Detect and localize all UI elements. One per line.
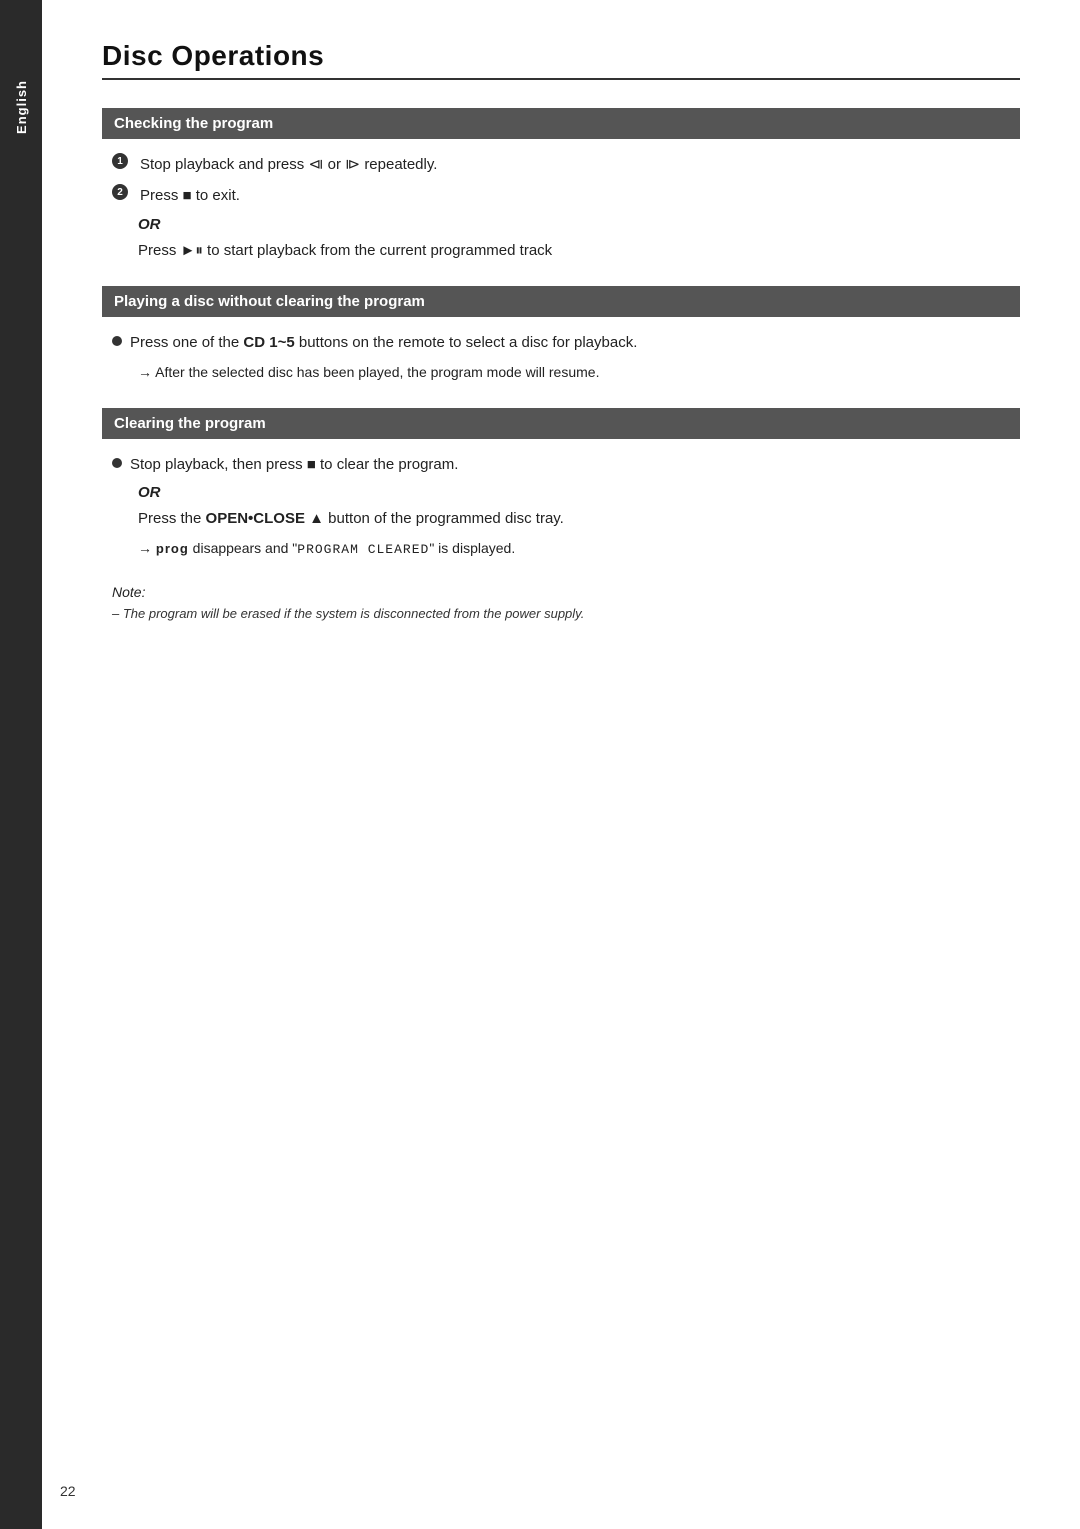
note-block: Note: – The program will be erased if th…: [112, 584, 1020, 625]
step-2-line: 2 Press ■ to exit.: [112, 184, 1020, 207]
step-2-number: 2: [112, 184, 128, 200]
sidebar: English: [0, 0, 42, 1529]
step-2-text: Press ■ to exit.: [140, 184, 1020, 207]
playing-text: Press one of the CD 1~5 buttons on the r…: [130, 331, 1020, 354]
main-content: Disc Operations Checking the program 1 S…: [42, 0, 1080, 1529]
checking-or: OR: [138, 216, 1020, 233]
playing-bullet-1: Press one of the CD 1~5 buttons on the r…: [112, 331, 1020, 354]
bullet-dot-clearing: [112, 458, 122, 468]
checking-press-playback: Press ►⏸ to start playback from the curr…: [138, 239, 1020, 262]
section-header-playing: Playing a disc without clearing the prog…: [102, 286, 1020, 317]
note-label: Note:: [112, 584, 1020, 600]
title-divider: [102, 78, 1020, 80]
step-1-number: 1: [112, 153, 128, 169]
step-1-text: Stop playback and press ⧏ or ⧐ repeatedl…: [140, 153, 1020, 176]
note-text: – The program will be erased if the syst…: [112, 604, 1020, 625]
section-playing: Playing a disc without clearing the prog…: [102, 286, 1020, 384]
section-clearing: Clearing the program Stop playback, then…: [102, 408, 1020, 561]
clearing-content: Stop playback, then press ■ to clear the…: [102, 453, 1020, 561]
page-title: Disc Operations: [102, 40, 1020, 72]
playing-content: Press one of the CD 1~5 buttons on the r…: [102, 331, 1020, 384]
checking-content: 1 Stop playback and press ⧏ or ⧐ repeate…: [102, 153, 1020, 262]
section-header-checking: Checking the program: [102, 108, 1020, 139]
section-checking: Checking the program 1 Stop playback and…: [102, 108, 1020, 262]
page-number: 22: [60, 1483, 76, 1499]
bullet-dot-playing: [112, 336, 122, 346]
sidebar-label: English: [14, 80, 29, 134]
clearing-text-1: Stop playback, then press ■ to clear the…: [130, 453, 1020, 476]
clearing-arrow-prog: PROG disappears and "PROGRAM CLEARED" is…: [138, 538, 1020, 560]
step-1-line: 1 Stop playback and press ⧏ or ⧐ repeate…: [112, 153, 1020, 176]
clearing-bullet-1: Stop playback, then press ■ to clear the…: [112, 453, 1020, 476]
clearing-openclose: Press the OPEN•CLOSE ▲ button of the pro…: [138, 507, 1020, 530]
clearing-or: OR: [138, 484, 1020, 501]
playing-arrow: After the selected disc has been played,…: [138, 362, 1020, 384]
section-header-clearing: Clearing the program: [102, 408, 1020, 439]
